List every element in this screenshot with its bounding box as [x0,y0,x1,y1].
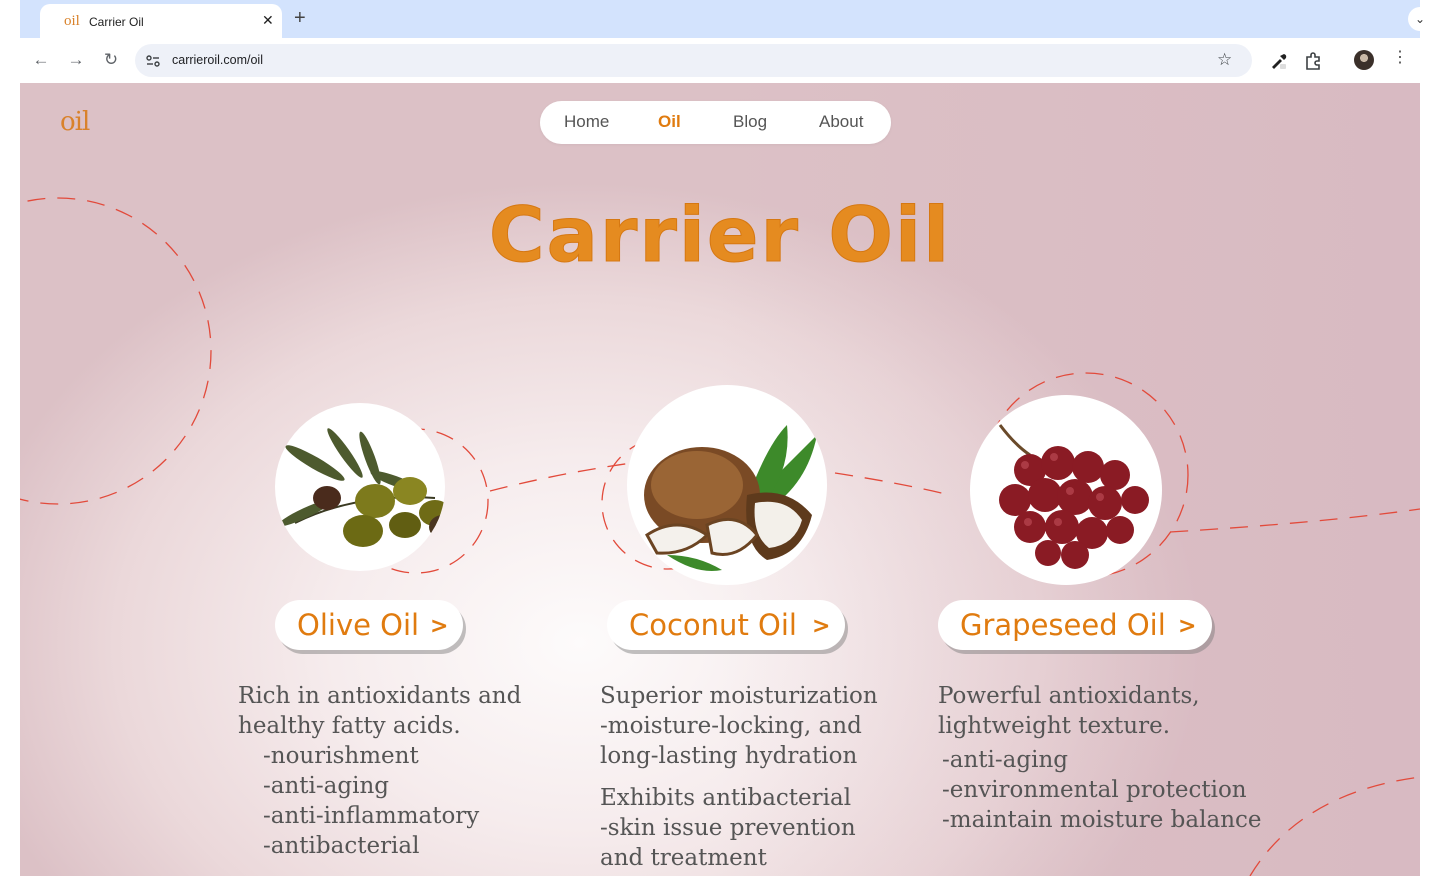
profile-avatar[interactable] [1354,50,1374,70]
nav-item-home[interactable]: Home [564,112,609,132]
tab-search-icon[interactable]: ⌄ [1408,7,1432,31]
description-line: Rich in antioxidants and [238,683,522,709]
browser-tab[interactable]: oil Carrier Oil ✕ [40,4,282,38]
description-line: Exhibits antibacterial [600,785,852,811]
coconut-oil-description: Superior moisturization -moisture-lockin… [600,681,878,873]
page-viewport: oil Home Oil Blog About Carrier Oil Oliv… [20,83,1420,876]
chevron-right-icon: > [430,614,449,639]
nav-item-oil[interactable]: Oil [658,112,681,132]
extensions-puzzle-icon[interactable] [1302,50,1324,72]
site-settings-icon[interactable] [145,53,161,69]
coconut-oil-button[interactable]: Coconut Oil > [607,600,845,650]
browser-tab-strip: oil Carrier Oil ✕ + ⌄ [20,0,1432,38]
nav-item-blog[interactable]: Blog [733,112,767,132]
description-line: -skin issue prevention [600,815,856,841]
reload-icon[interactable]: ↻ [99,50,123,70]
benefit-item: -nourishment [263,743,419,769]
description-line: long-lasting hydration [600,743,858,769]
grapeseed-oil-description: Powerful antioxidants, lightweight textu… [938,681,1262,835]
coconut-oil-label: Coconut Oil [629,608,797,642]
tab-title: Carrier Oil [89,15,144,29]
url-text[interactable]: carrieroil.com/oil [172,53,263,67]
olive-oil-button[interactable]: Olive Oil > [275,600,463,650]
benefit-item: -maintain moisture balance [942,807,1262,833]
address-bar[interactable]: carrieroil.com/oil ☆ [135,44,1252,77]
benefit-item: -anti-inflammatory [263,803,480,829]
olive-photo [275,403,445,571]
grape-photo [970,395,1162,585]
browser-toolbar: ← → ↻ carrieroil.com/oil ☆ ⋮ [20,38,1420,83]
bookmark-star-icon[interactable]: ☆ [1217,50,1232,70]
coconut-icon [644,425,817,571]
benefit-item: -anti-aging [263,773,389,799]
site-logo[interactable]: oil [60,107,90,137]
grapeseed-oil-label: Grapeseed Oil [960,608,1166,642]
olive-oil-description: Rich in antioxidants and healthy fatty a… [238,681,521,861]
benefit-item: -environmental protection [942,777,1247,803]
description-line: Superior moisturization [600,683,878,709]
main-navigation: Home Oil Blog About [540,101,891,144]
eyedropper-extension-icon[interactable] [1268,50,1290,72]
nav-item-about[interactable]: About [819,112,863,132]
chevron-right-icon: > [1178,614,1197,639]
browser-menu-icon[interactable]: ⋮ [1392,48,1408,68]
olive-oil-label: Olive Oil [297,608,420,642]
tab-favicon: oil [64,13,80,29]
forward-icon[interactable]: → [64,50,88,70]
coconut-photo [627,385,827,585]
description-line: -moisture-locking, and [600,713,862,739]
new-tab-icon[interactable]: + [294,8,306,28]
chevron-right-icon: > [812,614,831,639]
description-line: lightweight texture. [938,713,1171,739]
benefit-item: -anti-aging [942,747,1068,773]
description-line: healthy fatty acids. [238,713,461,739]
grape-cluster-icon [998,424,1149,569]
close-icon[interactable]: ✕ [262,12,274,28]
benefit-item: -antibacterial [263,833,420,859]
page-title: Carrier Oil [488,190,952,279]
back-icon[interactable]: ← [29,50,53,70]
description-line: Powerful antioxidants, [938,683,1200,709]
description-line: and treatment [600,845,767,871]
olive-branch-icon [277,428,445,547]
grapeseed-oil-button[interactable]: Grapeseed Oil > [938,600,1212,650]
